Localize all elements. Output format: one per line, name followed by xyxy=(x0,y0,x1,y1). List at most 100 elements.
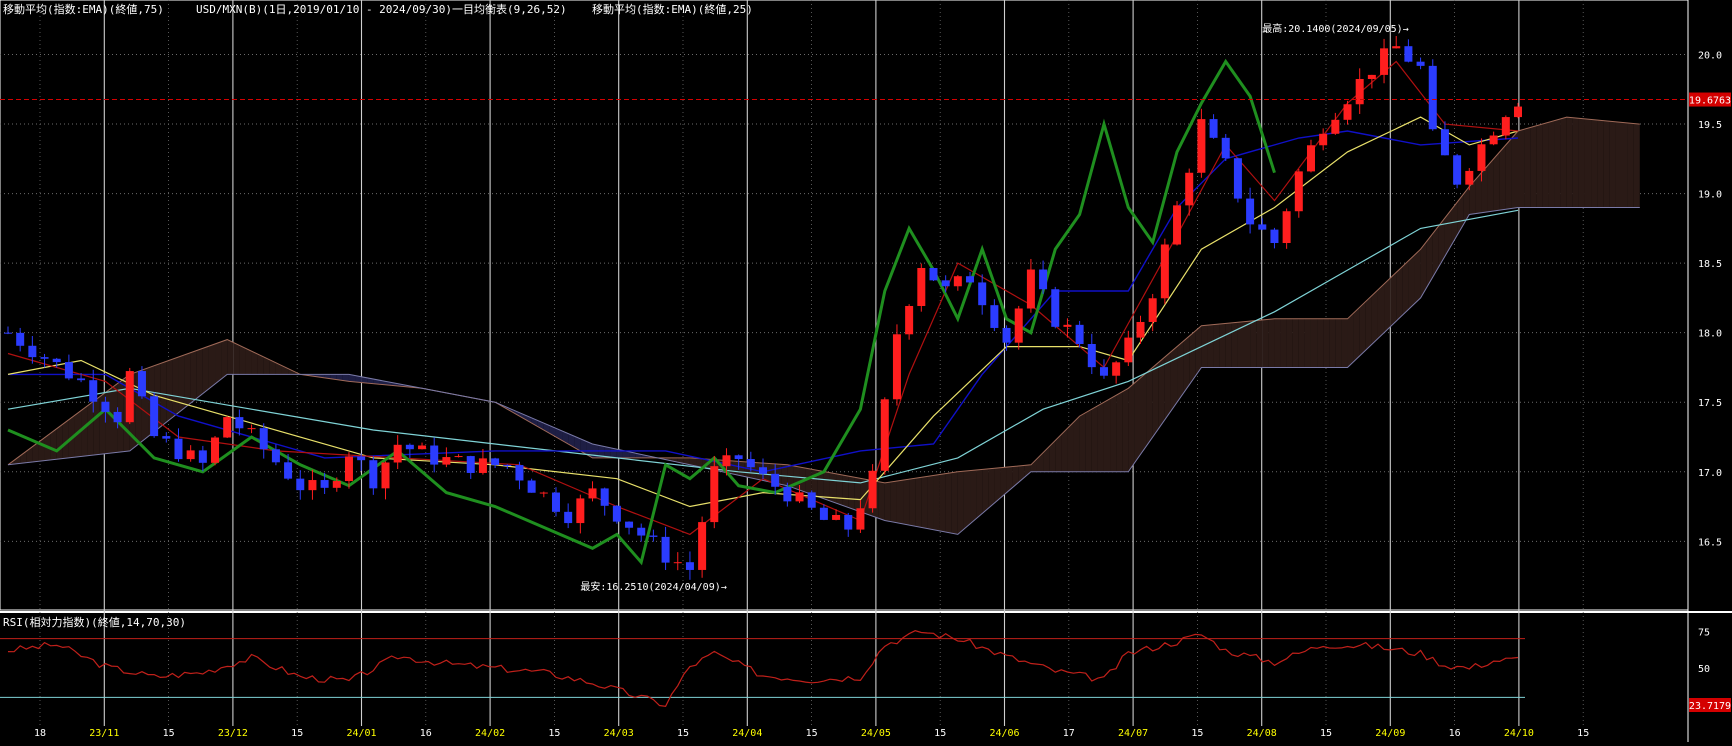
kumo-segment xyxy=(32,442,39,463)
chart-svg[interactable]: 20.0 19.5 19.0 18.5 18.0 17.5 17.0 16.5 18 23/11 1… xyxy=(0,0,1732,742)
x-tick-label: 15 xyxy=(163,728,175,739)
candle-body xyxy=(734,455,743,460)
candle-body xyxy=(576,498,585,524)
kumo-segment xyxy=(878,481,885,521)
kumo-segment xyxy=(1213,323,1220,368)
kumo-segment xyxy=(1043,446,1050,472)
candle-body xyxy=(1428,65,1437,130)
candle-body xyxy=(28,345,37,358)
low-annotation: 最安:16.2510(2024/04/09)→ xyxy=(580,580,726,593)
kumo-segment xyxy=(951,471,958,535)
candle-body xyxy=(1331,119,1340,134)
kumo-segment xyxy=(1128,383,1135,472)
rsi-tick-label: 75 xyxy=(1698,627,1710,638)
kumo-segment xyxy=(1591,119,1598,208)
kumo-segment xyxy=(81,406,88,457)
kumo-segment xyxy=(208,343,216,389)
candle-body xyxy=(77,378,86,381)
x-tick-label: 15 xyxy=(548,728,560,739)
kumo-segment xyxy=(1219,323,1226,368)
candle-body xyxy=(746,459,755,468)
candle-body xyxy=(125,371,134,423)
candle-body xyxy=(1112,362,1121,376)
candle-body xyxy=(649,535,658,537)
candle-body xyxy=(198,450,207,463)
candle-body xyxy=(308,480,317,491)
kumo-segment xyxy=(1402,260,1409,316)
candle-body xyxy=(685,562,694,570)
candle-body xyxy=(880,399,889,471)
candle-body xyxy=(722,455,731,467)
x-tick-label: 15 xyxy=(934,728,946,739)
kumo-segment xyxy=(1317,318,1324,368)
kumo-segment xyxy=(1310,318,1318,368)
rsi-tick-label: 50 xyxy=(1698,664,1710,675)
kumo-segment xyxy=(884,481,891,522)
candle-body xyxy=(174,438,183,460)
kumo-segment xyxy=(732,460,739,476)
candle-body xyxy=(710,466,719,523)
kumo-segment xyxy=(1030,458,1037,472)
kumo-segment xyxy=(976,469,983,519)
rsi-header: RSI(相対力指数)(終値,14,70,30) xyxy=(3,616,186,629)
x-tick-label: 17 xyxy=(1063,728,1075,739)
x-tick-label: 23/11 xyxy=(89,728,119,739)
candle-body xyxy=(1294,171,1303,212)
kumo-segment xyxy=(1414,249,1421,304)
candle-body xyxy=(1380,48,1389,75)
kumo-segment xyxy=(1024,464,1031,477)
kumo-segment xyxy=(957,471,964,535)
kumo-segment xyxy=(1603,120,1610,208)
x-tick-label: 24/07 xyxy=(1118,728,1148,739)
candle-body xyxy=(369,460,378,489)
candle-body xyxy=(442,457,451,465)
kumo-segment xyxy=(1323,318,1330,368)
kumo-segment xyxy=(1329,318,1336,368)
candle-body xyxy=(1367,74,1376,80)
candle-body xyxy=(16,332,25,346)
x-tick-label: 15 xyxy=(1191,728,1203,739)
kumo-segment xyxy=(56,424,63,460)
kumo-segment xyxy=(257,354,264,375)
kumo-segment xyxy=(1244,321,1251,368)
chikou-line xyxy=(7,58,1276,566)
kumo-segment xyxy=(1432,225,1439,278)
y-tick-label: 17.0 xyxy=(1698,468,1722,479)
candle-body xyxy=(917,267,926,306)
x-tick-label: 24/02 xyxy=(475,728,505,739)
candle-body xyxy=(966,276,975,283)
candle-body xyxy=(868,470,877,509)
kumo-segment xyxy=(87,401,94,456)
kumo-segment xyxy=(245,348,252,375)
candle-body xyxy=(1465,170,1474,185)
candle-body xyxy=(1051,289,1060,327)
kumo-segment xyxy=(1560,117,1567,208)
kumo-segment xyxy=(1584,118,1592,208)
candle-body xyxy=(783,486,792,502)
candle-body xyxy=(491,458,500,465)
kumo-segment xyxy=(1061,428,1068,472)
kumo-segment xyxy=(1542,122,1549,208)
candle-body xyxy=(1440,129,1449,156)
kumo-segment xyxy=(1207,324,1214,368)
candle-body xyxy=(235,417,244,429)
kumo-segment xyxy=(1359,301,1366,356)
kumo-segment xyxy=(909,478,916,527)
kumo-segment xyxy=(903,479,910,526)
kumo-segment xyxy=(1280,318,1287,368)
candle-body xyxy=(503,464,512,466)
candle-body xyxy=(52,358,61,363)
candle-body xyxy=(1014,308,1023,343)
kumo-segment xyxy=(1103,398,1111,472)
candle-body xyxy=(1136,321,1145,338)
kumo-segment xyxy=(233,342,240,375)
kumo-segment xyxy=(1609,121,1616,208)
candle-body xyxy=(247,428,256,430)
kumo-segment xyxy=(1250,320,1257,368)
kumo-segment xyxy=(1152,362,1159,438)
ema25-header: 移動平均(指数:EMA)(終値,25) xyxy=(592,3,753,16)
x-tick-label: 24/10 xyxy=(1504,728,1534,739)
candle-body xyxy=(990,305,999,328)
candle-body xyxy=(929,267,938,281)
candle-body xyxy=(1221,137,1230,159)
